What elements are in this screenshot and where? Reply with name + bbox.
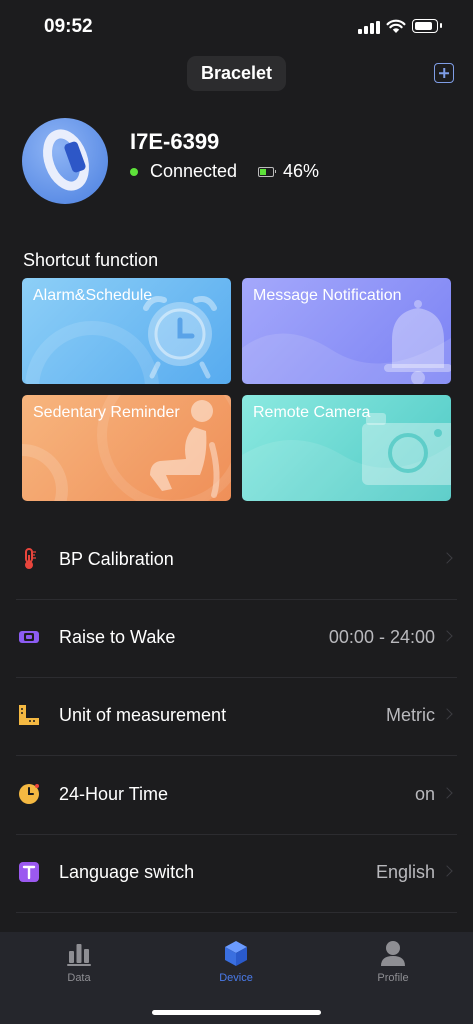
settings-row-bp-calibration[interactable]: BP Calibration — [16, 521, 457, 600]
alarm-schedule-card[interactable]: Alarm&Schedule — [22, 278, 231, 384]
row-label: Language switch — [59, 862, 195, 882]
ruler-icon — [19, 705, 39, 725]
card-label: Alarm&Schedule — [33, 287, 153, 304]
clock-icon — [19, 784, 39, 804]
person-icon — [381, 941, 405, 966]
sedentary-reminder-card[interactable]: Sedentary Reminder — [22, 395, 231, 501]
row-value: English — [375, 862, 435, 882]
status-bar: 09:52 — [0, 0, 473, 54]
row-label: Raise to Wake — [59, 627, 176, 647]
cube-icon — [225, 941, 247, 966]
row-label: BP Calibration — [59, 549, 174, 569]
thermometer-icon — [25, 548, 36, 569]
chevron-right-icon — [441, 708, 453, 720]
page-title: Bracelet — [187, 56, 286, 91]
card-label: Message Notification — [253, 287, 402, 304]
settings-row-24-hour-time[interactable]: 24-Hour Time on — [16, 756, 457, 835]
connection-status: Connected — [150, 161, 238, 181]
tab-label: Device — [219, 972, 253, 984]
tab-label: Data — [67, 972, 91, 984]
message-notification-card[interactable]: Message Notification — [242, 278, 451, 384]
battery-icon — [258, 167, 276, 177]
tab-data[interactable]: Data — [29, 932, 129, 992]
tab-label: Profile — [377, 972, 409, 984]
chevron-right-icon — [441, 787, 453, 799]
card-label: Remote Camera — [253, 404, 371, 421]
chevron-right-icon — [441, 865, 453, 877]
tab-profile[interactable]: Profile — [343, 932, 443, 992]
battery-percentage: 46% — [283, 161, 320, 181]
row-value: 00:00 - 24:00 — [328, 627, 435, 647]
remote-camera-card[interactable]: Remote Camera — [242, 395, 451, 501]
wifi-icon — [386, 19, 406, 33]
settings-row-raise-to-wake[interactable]: Raise to Wake 00:00 - 24:00 — [16, 599, 457, 678]
settings-row-language-switch[interactable]: Language switch English — [16, 834, 457, 913]
status-time: 09:52 — [44, 16, 93, 37]
battery-status-icon — [412, 19, 442, 33]
row-value: on — [414, 784, 435, 804]
bracelet-icon — [43, 129, 89, 191]
add-device-button[interactable] — [434, 63, 454, 83]
watch-icon — [19, 631, 39, 643]
chevron-right-icon — [441, 630, 453, 642]
bar-chart-icon — [67, 944, 91, 966]
device-avatar[interactable] — [22, 118, 108, 204]
card-label: Sedentary Reminder — [33, 404, 180, 421]
row-label: Unit of measurement — [59, 705, 227, 725]
device-name: I7E-6399 — [130, 129, 220, 154]
connection-status-dot — [130, 168, 138, 176]
home-indicator[interactable] — [152, 1010, 321, 1015]
shortcut-section-title: Shortcut function — [23, 250, 159, 270]
cellular-signal-icon — [358, 21, 380, 34]
row-value: Metric — [386, 705, 435, 725]
language-icon — [19, 862, 39, 882]
settings-row-unit-of-measurement[interactable]: Unit of measurement Metric — [16, 677, 457, 756]
row-label: 24-Hour Time — [59, 784, 169, 804]
tab-device[interactable]: Device — [186, 932, 286, 992]
chevron-right-icon — [441, 552, 453, 564]
